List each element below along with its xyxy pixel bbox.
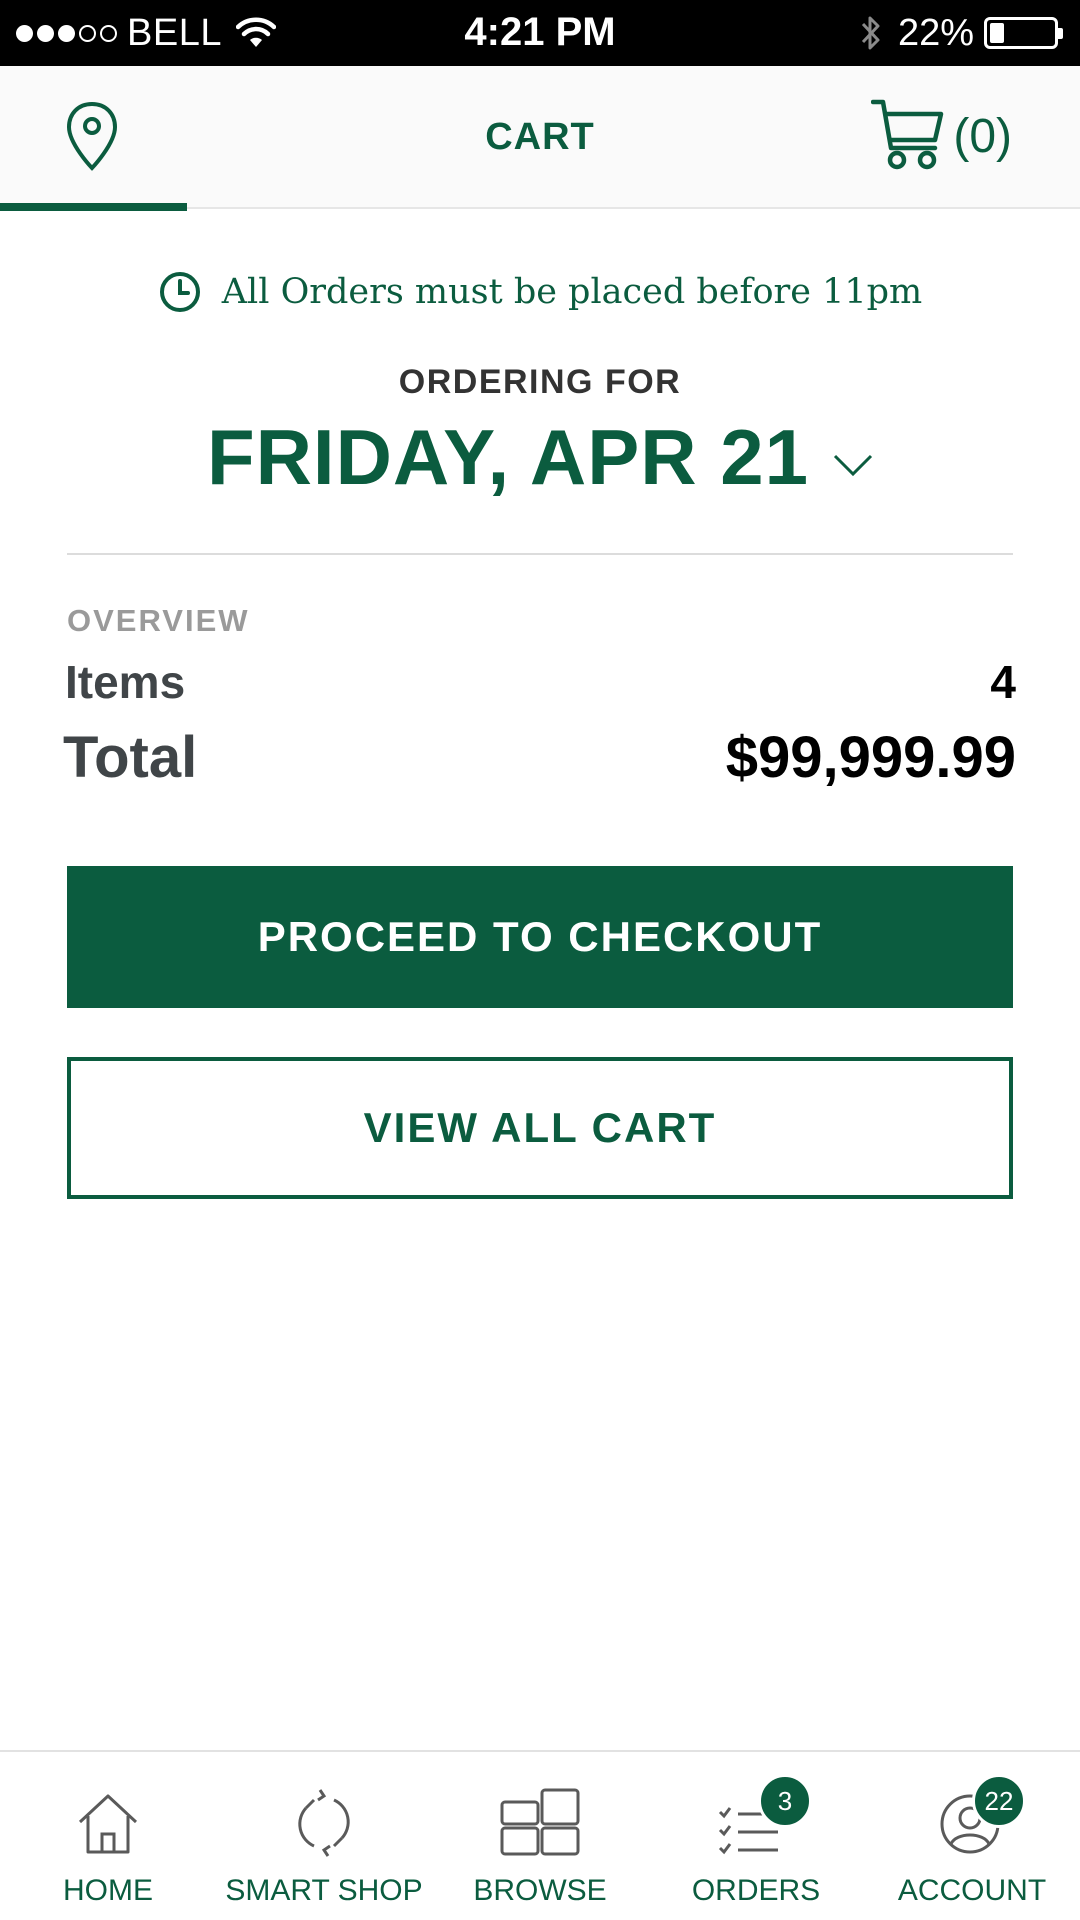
active-tab-indicator [0, 203, 187, 211]
app-header: CART (0) [0, 66, 1080, 211]
nav-label: SMART SHOP [225, 1874, 423, 1907]
date-selector[interactable]: FRIDAY, APR 21 [0, 412, 1080, 503]
nav-label: HOME [63, 1874, 153, 1907]
cart-count: (0) [953, 109, 1012, 163]
grid-icon [500, 1788, 580, 1856]
nav-label: BROWSE [473, 1874, 607, 1907]
total-label: Total [63, 725, 198, 790]
items-count: 4 [990, 656, 1016, 708]
nav-label: ORDERS [691, 1874, 821, 1907]
location-pin-icon [66, 101, 118, 171]
nav-item-orders[interactable]: 3 ORDERS [648, 1752, 864, 1920]
battery-fill [990, 23, 1004, 43]
selected-date: FRIDAY, APR 21 [206, 413, 810, 501]
notice-text: All Orders must be placed before 11pm [221, 272, 923, 312]
proceed-to-checkout-button[interactable]: PROCEED TO CHECKOUT [67, 866, 1013, 1008]
home-icon [78, 1794, 138, 1854]
nav-item-home[interactable]: HOME [0, 1752, 216, 1920]
account-badge: 22 [972, 1774, 1026, 1828]
chevron-down-icon [833, 454, 873, 476]
cart-icon [871, 99, 944, 170]
orders-badge: 3 [758, 1774, 812, 1828]
nav-item-smart-shop[interactable]: SMART SHOP [216, 1752, 432, 1920]
location-tab[interactable] [0, 66, 187, 211]
battery-percent: 22% [897, 11, 974, 54]
view-all-cart-button[interactable]: VIEW ALL CART [67, 1057, 1013, 1199]
bottom-nav: HOME SMART SHOP BROWSE 3 ORDERS 22 ACCOU… [0, 1750, 1080, 1920]
refresh-icon [298, 1789, 350, 1857]
total-amount: $99,999.99 [725, 725, 1016, 790]
nav-item-browse[interactable]: BROWSE [432, 1752, 648, 1920]
bluetooth-icon [861, 16, 880, 50]
status-right: 22% [860, 10, 1063, 56]
divider [67, 553, 1013, 555]
order-deadline-notice: All Orders must be placed before 11pm [0, 270, 1080, 314]
items-label: Items [65, 656, 186, 708]
clock-icon [159, 272, 200, 312]
status-bar: BELL 4:21 PM 22% [0, 0, 1080, 66]
nav-label: ACCOUNT [897, 1874, 1047, 1907]
battery-icon [984, 17, 1063, 49]
nav-item-account[interactable]: 22 ACCOUNT [864, 1752, 1080, 1920]
overview-heading: OVERVIEW [67, 603, 250, 638]
cart-button[interactable]: (0) [871, 96, 1012, 176]
ordering-for-label: ORDERING FOR [398, 363, 682, 401]
